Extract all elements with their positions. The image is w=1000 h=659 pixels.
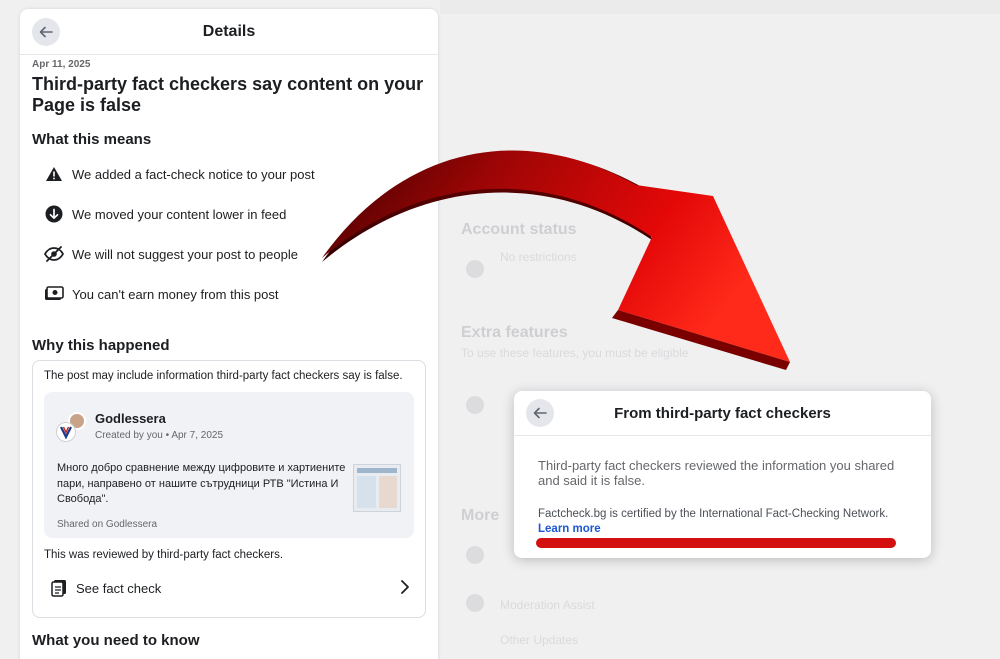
what-this-means-title: What this means xyxy=(32,131,152,148)
arrow-left-icon xyxy=(533,407,547,419)
red-highlight-underline xyxy=(536,538,896,548)
impact-fact-check-notice: We added a fact-check notice to your pos… xyxy=(44,164,315,184)
eye-slash-icon xyxy=(44,244,64,264)
impact-text: You can't earn money from this post xyxy=(72,286,279,302)
bg-more-icon xyxy=(466,546,484,564)
chevron-right-icon xyxy=(400,579,410,598)
post-text: Много добро сравнение между цифровите и … xyxy=(57,462,346,505)
arrow-down-circle-icon xyxy=(44,204,64,224)
money-off-icon xyxy=(44,284,64,304)
what-you-need-to-know-title: What you need to know xyxy=(32,632,200,649)
post-author[interactable]: Godlessera xyxy=(95,411,166,426)
page-logo xyxy=(56,422,76,442)
warning-icon xyxy=(44,164,64,184)
notice-headline: Third-party fact checkers say content on… xyxy=(32,74,424,115)
post-card: The post may include information third-p… xyxy=(32,360,426,618)
popup-header: From third-party fact checkers xyxy=(514,391,931,436)
bg-account-status: Account status xyxy=(461,221,577,238)
reviewed-text: This was reviewed by third-party fact ch… xyxy=(44,549,284,561)
post-preview[interactable]: Godlessera Created by you • Apr 7, 2025 … xyxy=(44,392,414,538)
details-header: Details xyxy=(20,9,438,55)
impact-text: We added a fact-check notice to your pos… xyxy=(72,166,315,182)
notice-date: Apr 11, 2025 xyxy=(32,59,91,70)
details-title: Details xyxy=(202,23,256,40)
impact-no-monetization: You can't earn money from this post xyxy=(44,284,279,304)
post-intro: The post may include information third-p… xyxy=(44,370,403,382)
see-fact-check-label: See fact check xyxy=(76,580,162,596)
why-this-happened-title: Why this happened xyxy=(32,337,170,354)
bg-moderation-assist: Moderation Assist xyxy=(500,598,595,612)
post-created: Created by you • Apr 7, 2025 xyxy=(95,430,224,441)
bg-status-icon xyxy=(466,260,484,278)
popup-body: Third-party fact checkers reviewed the i… xyxy=(538,458,895,488)
popup-title: From third-party fact checkers xyxy=(614,405,831,422)
popup-back-button[interactable] xyxy=(526,399,554,427)
background-topbar xyxy=(440,0,1000,14)
impact-not-suggested: We will not suggest your post to people xyxy=(44,244,298,264)
certification-text: Factcheck.bg is certified by the Interna… xyxy=(538,508,889,520)
bg-more: More xyxy=(461,507,500,524)
post-shared-on: Shared on Godlessera xyxy=(57,519,158,530)
back-button[interactable] xyxy=(32,18,60,46)
impact-text: We will not suggest your post to people xyxy=(72,246,298,262)
fact-checker-popup: From third-party fact checkers Third-par… xyxy=(514,391,931,558)
avatar xyxy=(56,412,86,442)
impact-text: We moved your content lower in feed xyxy=(72,206,287,222)
bg-other-updates: Other Updates xyxy=(500,633,579,647)
learn-more-link[interactable]: Learn more xyxy=(538,523,601,535)
bg-extra-features: Extra features xyxy=(461,324,568,341)
bg-moderation-icon xyxy=(466,594,484,612)
bg-extra-desc: To use these features, you must be eligi… xyxy=(461,346,689,360)
post-thumbnail[interactable] xyxy=(353,464,401,512)
document-icon xyxy=(50,579,68,597)
details-panel: Details Apr 11, 2025 Third-party fact ch… xyxy=(20,9,438,659)
impact-lower-in-feed: We moved your content lower in feed xyxy=(44,204,286,224)
bg-feature-icon xyxy=(466,396,484,414)
see-fact-check-button[interactable]: See fact check xyxy=(50,576,410,600)
arrow-left-icon xyxy=(39,26,53,38)
bg-no-restrictions: No restrictions xyxy=(500,250,577,264)
